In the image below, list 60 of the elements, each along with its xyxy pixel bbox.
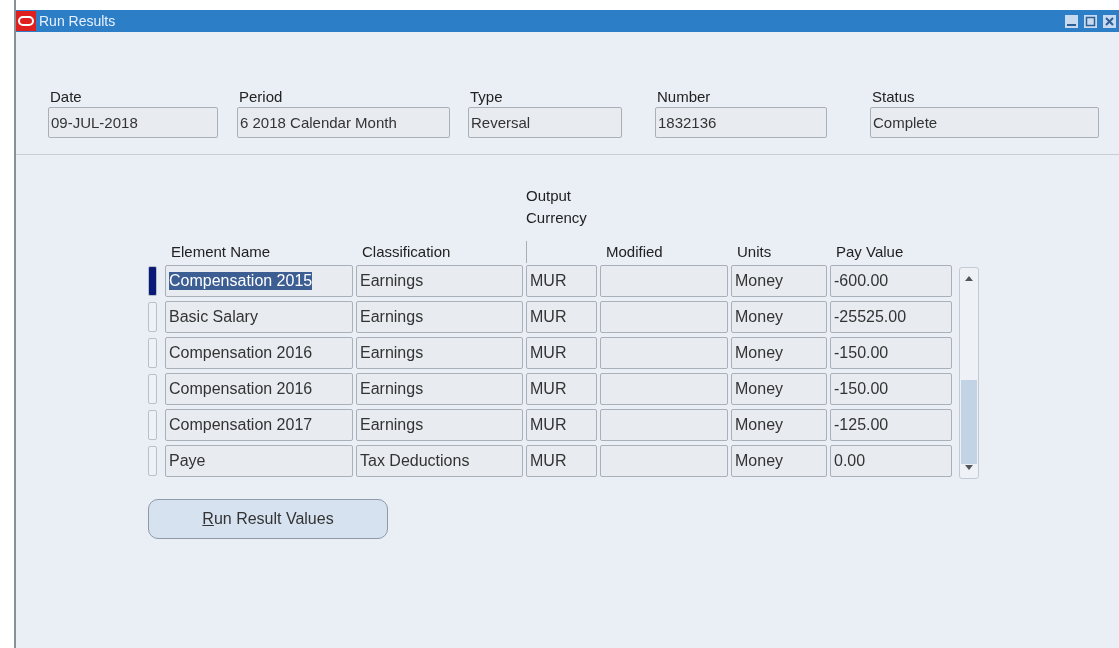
column-header: Modified	[605, 243, 664, 262]
table-cell[interactable]: Money	[731, 301, 827, 333]
table-cell[interactable]: Money	[731, 409, 827, 441]
table-cell[interactable]	[600, 373, 728, 405]
text-field[interactable]: 09-JUL-2018	[48, 107, 218, 138]
column-header: Units	[736, 243, 773, 262]
maximize-icon[interactable]	[1084, 14, 1097, 28]
column-header: Element Name	[170, 243, 272, 262]
table-cell[interactable]	[600, 337, 728, 369]
field-label: Period	[238, 88, 284, 105]
run-result-values-button[interactable]: Run Result Values	[148, 499, 388, 539]
scrollbar[interactable]	[959, 267, 979, 479]
table-cell[interactable]: -125.00	[830, 409, 952, 441]
table-cell[interactable]: MUR	[526, 265, 597, 297]
table-cell[interactable]: Compensation 2015	[165, 265, 353, 297]
table-cell[interactable]: Money	[731, 265, 827, 297]
table-cell[interactable]: Paye	[165, 445, 353, 477]
table-cell[interactable]: -600.00	[830, 265, 952, 297]
table-cell[interactable]: Earnings	[356, 265, 523, 297]
column-header: Classification	[361, 243, 452, 262]
close-icon[interactable]	[1103, 14, 1116, 28]
table-cell[interactable]: Compensation 2016	[165, 373, 353, 405]
table-cell[interactable]	[600, 445, 728, 477]
table-cell[interactable]: Earnings	[356, 337, 523, 369]
text-field[interactable]: 1832136	[655, 107, 827, 138]
text-field[interactable]: Complete	[870, 107, 1099, 138]
table-cell[interactable]	[600, 409, 728, 441]
table-cell[interactable]: Earnings	[356, 409, 523, 441]
table-cell[interactable]: Compensation 2016	[165, 337, 353, 369]
text-field[interactable]: Reversal	[468, 107, 622, 138]
table-cell[interactable]: Basic Salary	[165, 301, 353, 333]
table-cell[interactable]	[600, 265, 728, 297]
table-cell[interactable]: MUR	[526, 373, 597, 405]
minimize-icon[interactable]	[1065, 14, 1078, 28]
table-cell[interactable]: -150.00	[830, 337, 952, 369]
table-cell[interactable]: MUR	[526, 337, 597, 369]
column-header: Pay Value	[835, 243, 905, 262]
table-cell[interactable]: Money	[731, 445, 827, 477]
table-cell[interactable]: MUR	[526, 301, 597, 333]
table-cell[interactable]: 0.00	[830, 445, 952, 477]
field-label: Status	[871, 88, 916, 105]
table-cell[interactable]: Compensation 2017	[165, 409, 353, 441]
text-field[interactable]: 6 2018 Calendar Month	[237, 107, 450, 138]
table-cell[interactable]: MUR	[526, 409, 597, 441]
field-label: Type	[469, 88, 504, 105]
record-indicator[interactable]	[148, 266, 157, 296]
column-header: Output Currency	[526, 186, 588, 228]
table-cell[interactable]	[600, 301, 728, 333]
table-cell[interactable]: Money	[731, 337, 827, 369]
table-cell[interactable]: Tax Deductions	[356, 445, 523, 477]
window-title: Run Results	[39, 13, 116, 29]
table-cell[interactable]: Earnings	[356, 301, 523, 333]
table-cell[interactable]: Earnings	[356, 373, 523, 405]
field-label: Number	[656, 88, 712, 105]
table-cell[interactable]: -150.00	[830, 373, 952, 405]
scroll-up-icon[interactable]	[964, 274, 974, 282]
table-cell[interactable]: MUR	[526, 445, 597, 477]
table-cell[interactable]: -25525.00	[830, 301, 952, 333]
table-cell[interactable]: Money	[731, 373, 827, 405]
field-label: Date	[49, 88, 83, 105]
